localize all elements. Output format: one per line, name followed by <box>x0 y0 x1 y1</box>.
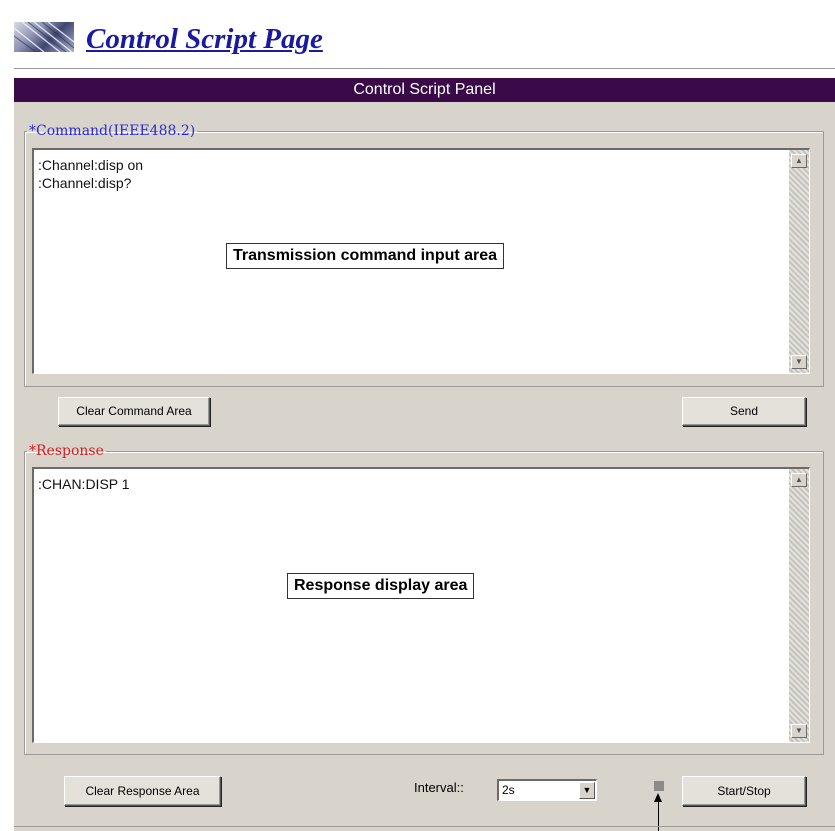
command-legend: *Command(IEEE488.2) <box>29 123 196 139</box>
clear-response-button[interactable]: Clear Response Area <box>64 776 221 806</box>
command-area-annotation: Transmission command input area <box>226 243 505 269</box>
send-button[interactable]: Send <box>682 397 806 426</box>
interval-label: Interval:: <box>414 780 464 795</box>
page-logo-icon <box>14 22 74 52</box>
scroll-down-icon[interactable]: ▼ <box>791 355 807 369</box>
page-title: Control Script Page <box>86 23 323 55</box>
response-display[interactable]: :CHAN:DISP 1 ▲ ▼ <box>32 467 810 743</box>
clear-command-button[interactable]: Clear Command Area <box>58 397 210 426</box>
header-divider <box>14 68 835 69</box>
scroll-up-icon[interactable]: ▲ <box>791 154 807 168</box>
response-legend: *Response <box>29 443 104 459</box>
command-text: :Channel:disp on :Channel:disp? <box>38 157 144 191</box>
status-indicator <box>654 781 664 791</box>
panel-bottom-border <box>14 826 835 827</box>
response-area-annotation: Response display area <box>287 573 475 599</box>
panel-header: Control Script Panel <box>14 78 835 102</box>
chevron-down-icon[interactable]: ▼ <box>579 782 595 799</box>
response-scrollbar[interactable]: ▲ ▼ <box>789 469 809 742</box>
scroll-up-icon[interactable]: ▲ <box>791 473 807 487</box>
scroll-down-icon[interactable]: ▼ <box>791 724 807 738</box>
interval-select[interactable]: 2s ▼ <box>497 779 597 801</box>
interval-value: 2s <box>502 783 515 797</box>
response-text: :CHAN:DISP 1 <box>38 476 130 492</box>
start-stop-button[interactable]: Start/Stop <box>682 776 806 806</box>
command-scrollbar[interactable]: ▲ ▼ <box>789 150 809 373</box>
